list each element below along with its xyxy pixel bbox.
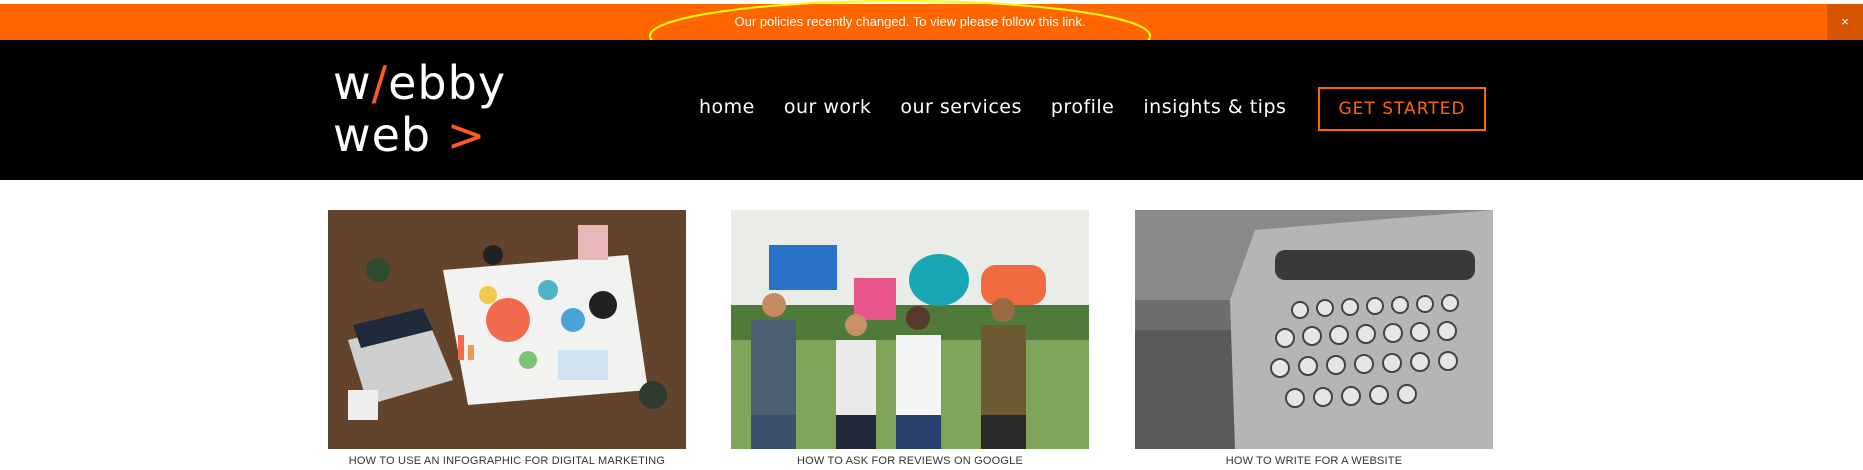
reviews-photo[interactable] — [731, 210, 1089, 449]
article-card-infographic[interactable]: HOW TO USE AN INFOGRAPHIC FOR DIGITAL MA… — [328, 210, 686, 467]
people-speech-bubbles-image — [731, 210, 1089, 449]
nav-item-profile[interactable]: profile — [1051, 96, 1115, 126]
typewriter-photo[interactable] — [1135, 210, 1493, 449]
policy-notice-bar: Our policies recently changed. To view p… — [0, 4, 1863, 40]
get-started-button[interactable]: GET STARTED — [1318, 87, 1486, 131]
infographic-desk-image — [328, 210, 686, 449]
typewriter-image — [1135, 210, 1493, 449]
logo-slash-mark: / — [371, 56, 389, 110]
logo-chevron-mark: > — [446, 108, 487, 162]
nav-item-insights-tips[interactable]: insights & tips — [1143, 96, 1286, 126]
policy-notice-link[interactable]: Our policies recently changed. To view p… — [0, 4, 1820, 40]
article-title-infographic[interactable]: HOW TO USE AN INFOGRAPHIC FOR DIGITAL MA… — [328, 455, 686, 467]
logo-text-w: w — [333, 56, 372, 110]
logo-text-ebby: ebby — [388, 56, 507, 110]
nav-item-our-services[interactable]: our services — [900, 96, 1021, 126]
article-title-writing[interactable]: HOW TO WRITE FOR A WEBSITE — [1135, 455, 1493, 467]
close-icon[interactable]: × — [1827, 4, 1863, 40]
site-logo[interactable]: w/ebby web > — [333, 57, 506, 161]
logo-line-1: w/ebby — [333, 57, 506, 109]
article-title-reviews[interactable]: HOW TO ASK FOR REVIEWS ON GOOGLE — [731, 455, 1089, 467]
infographic-photo[interactable] — [328, 210, 686, 449]
main-nav: home our work our services profile insig… — [699, 96, 1315, 126]
nav-item-our-work[interactable]: our work — [784, 96, 872, 126]
logo-line-2: web > — [333, 109, 506, 161]
logo-text-web: web — [333, 108, 432, 162]
nav-item-home[interactable]: home — [699, 96, 755, 126]
article-card-writing[interactable]: HOW TO WRITE FOR A WEBSITE — [1135, 210, 1493, 467]
article-card-reviews[interactable]: HOW TO ASK FOR REVIEWS ON GOOGLE — [731, 210, 1089, 467]
site-header: w/ebby web > home our work our services … — [0, 40, 1863, 180]
